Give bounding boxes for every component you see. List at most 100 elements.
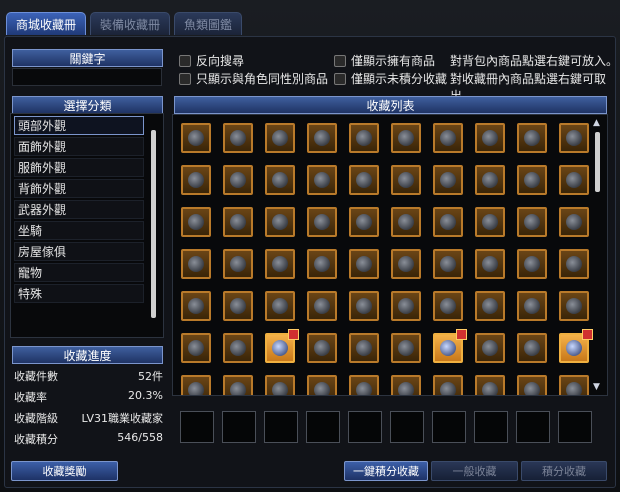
collection-item[interactable] — [349, 249, 379, 279]
item-slot[interactable] — [306, 411, 340, 443]
collection-item[interactable] — [181, 333, 211, 363]
item-slot[interactable] — [264, 411, 298, 443]
collection-item[interactable] — [181, 207, 211, 237]
collection-item[interactable] — [559, 249, 589, 279]
collection-item[interactable] — [307, 165, 337, 195]
item-slot[interactable] — [516, 411, 550, 443]
collection-item[interactable] — [265, 165, 295, 195]
checkbox[interactable] — [334, 72, 346, 85]
collection-item[interactable] — [517, 249, 547, 279]
collection-item[interactable] — [265, 249, 295, 279]
category-item[interactable]: 武器外觀 — [14, 200, 144, 219]
collection-item[interactable] — [349, 375, 379, 395]
collection-item[interactable] — [181, 375, 211, 395]
collection-item[interactable] — [475, 123, 505, 153]
collection-item[interactable] — [223, 165, 253, 195]
collection-item[interactable] — [181, 291, 211, 321]
collection-item[interactable] — [517, 123, 547, 153]
item-slot[interactable] — [432, 411, 466, 443]
collection-item[interactable] — [559, 329, 593, 363]
collection-item[interactable] — [517, 375, 547, 395]
collection-item[interactable] — [517, 207, 547, 237]
item-slot[interactable] — [348, 411, 382, 443]
collection-item[interactable] — [265, 123, 295, 153]
checkbox[interactable] — [179, 72, 191, 85]
collection-item[interactable] — [391, 165, 421, 195]
collection-item[interactable] — [475, 291, 505, 321]
collection-item[interactable] — [475, 165, 505, 195]
option-owned-only[interactable]: 僅顯示擁有商品 — [334, 52, 435, 69]
collection-item[interactable] — [349, 207, 379, 237]
option-reverse-search[interactable]: 反向搜尋 — [179, 52, 244, 69]
collection-item[interactable] — [433, 249, 463, 279]
collection-item[interactable] — [223, 291, 253, 321]
reward-button[interactable]: 收藏獎勵 — [11, 461, 118, 481]
collection-item[interactable] — [307, 207, 337, 237]
collection-item[interactable] — [559, 165, 589, 195]
collection-item[interactable] — [223, 123, 253, 153]
category-item[interactable]: 背飾外觀 — [14, 179, 144, 198]
collection-item[interactable] — [349, 123, 379, 153]
collection-item[interactable] — [391, 207, 421, 237]
collection-item[interactable] — [307, 123, 337, 153]
collection-item[interactable] — [349, 333, 379, 363]
item-slot[interactable] — [222, 411, 256, 443]
collection-item[interactable] — [223, 333, 253, 363]
score-collect-button[interactable]: 積分收藏 — [521, 461, 607, 481]
collection-item[interactable] — [559, 375, 589, 395]
collection-item[interactable] — [433, 123, 463, 153]
collection-item[interactable] — [307, 291, 337, 321]
collection-item[interactable] — [475, 375, 505, 395]
collection-item[interactable] — [433, 329, 467, 363]
item-slot[interactable] — [474, 411, 508, 443]
collection-item[interactable] — [475, 207, 505, 237]
category-scrollbar[interactable] — [151, 130, 156, 318]
category-item[interactable]: 面飾外觀 — [14, 137, 144, 156]
collection-item[interactable] — [391, 375, 421, 395]
triangle-up-icon[interactable]: ▲ — [593, 118, 600, 128]
collection-item[interactable] — [391, 249, 421, 279]
collection-item[interactable] — [433, 291, 463, 321]
collection-item[interactable] — [433, 375, 463, 395]
collection-item[interactable] — [181, 165, 211, 195]
item-slot[interactable] — [180, 411, 214, 443]
collection-item[interactable] — [265, 375, 295, 395]
triangle-down-icon[interactable]: ▼ — [593, 382, 600, 392]
collection-item[interactable] — [349, 291, 379, 321]
collection-item[interactable] — [265, 291, 295, 321]
collection-item[interactable] — [517, 291, 547, 321]
one-click-score-button[interactable]: 一鍵積分收藏 — [344, 461, 428, 481]
category-item[interactable]: 頭部外觀 — [14, 116, 144, 135]
category-item[interactable]: 坐騎 — [14, 221, 144, 240]
collection-item[interactable] — [475, 333, 505, 363]
category-item[interactable]: 寵物 — [14, 263, 144, 282]
category-item[interactable]: 房屋傢俱 — [14, 242, 144, 261]
item-slot[interactable] — [390, 411, 424, 443]
collection-item[interactable] — [559, 291, 589, 321]
collection-item[interactable] — [265, 207, 295, 237]
collection-item[interactable] — [181, 249, 211, 279]
collection-item[interactable] — [391, 333, 421, 363]
collection-scrollbar[interactable] — [595, 132, 600, 192]
collection-item[interactable] — [307, 249, 337, 279]
collection-item[interactable] — [433, 207, 463, 237]
collection-item[interactable] — [559, 123, 589, 153]
keyword-input[interactable] — [12, 68, 162, 86]
collection-item[interactable] — [265, 329, 299, 363]
collection-item[interactable] — [307, 375, 337, 395]
option-unscored-only[interactable]: 僅顯示未積分收藏 — [334, 70, 447, 87]
tab-equipment-collection[interactable]: 裝備收藏冊 — [90, 12, 171, 35]
tab-mall-collection[interactable]: 商城收藏冊 — [6, 12, 87, 35]
collection-item[interactable] — [559, 207, 589, 237]
collection-item[interactable] — [349, 165, 379, 195]
tab-fish-guide[interactable]: 魚類圖鑑 — [174, 12, 243, 35]
checkbox[interactable] — [334, 54, 346, 67]
category-item[interactable]: 特殊 — [14, 284, 144, 303]
collection-item[interactable] — [223, 207, 253, 237]
collection-item[interactable] — [433, 165, 463, 195]
collection-item[interactable] — [517, 165, 547, 195]
checkbox[interactable] — [179, 54, 191, 67]
collection-item[interactable] — [223, 249, 253, 279]
item-slot[interactable] — [558, 411, 592, 443]
collection-item[interactable] — [517, 333, 547, 363]
